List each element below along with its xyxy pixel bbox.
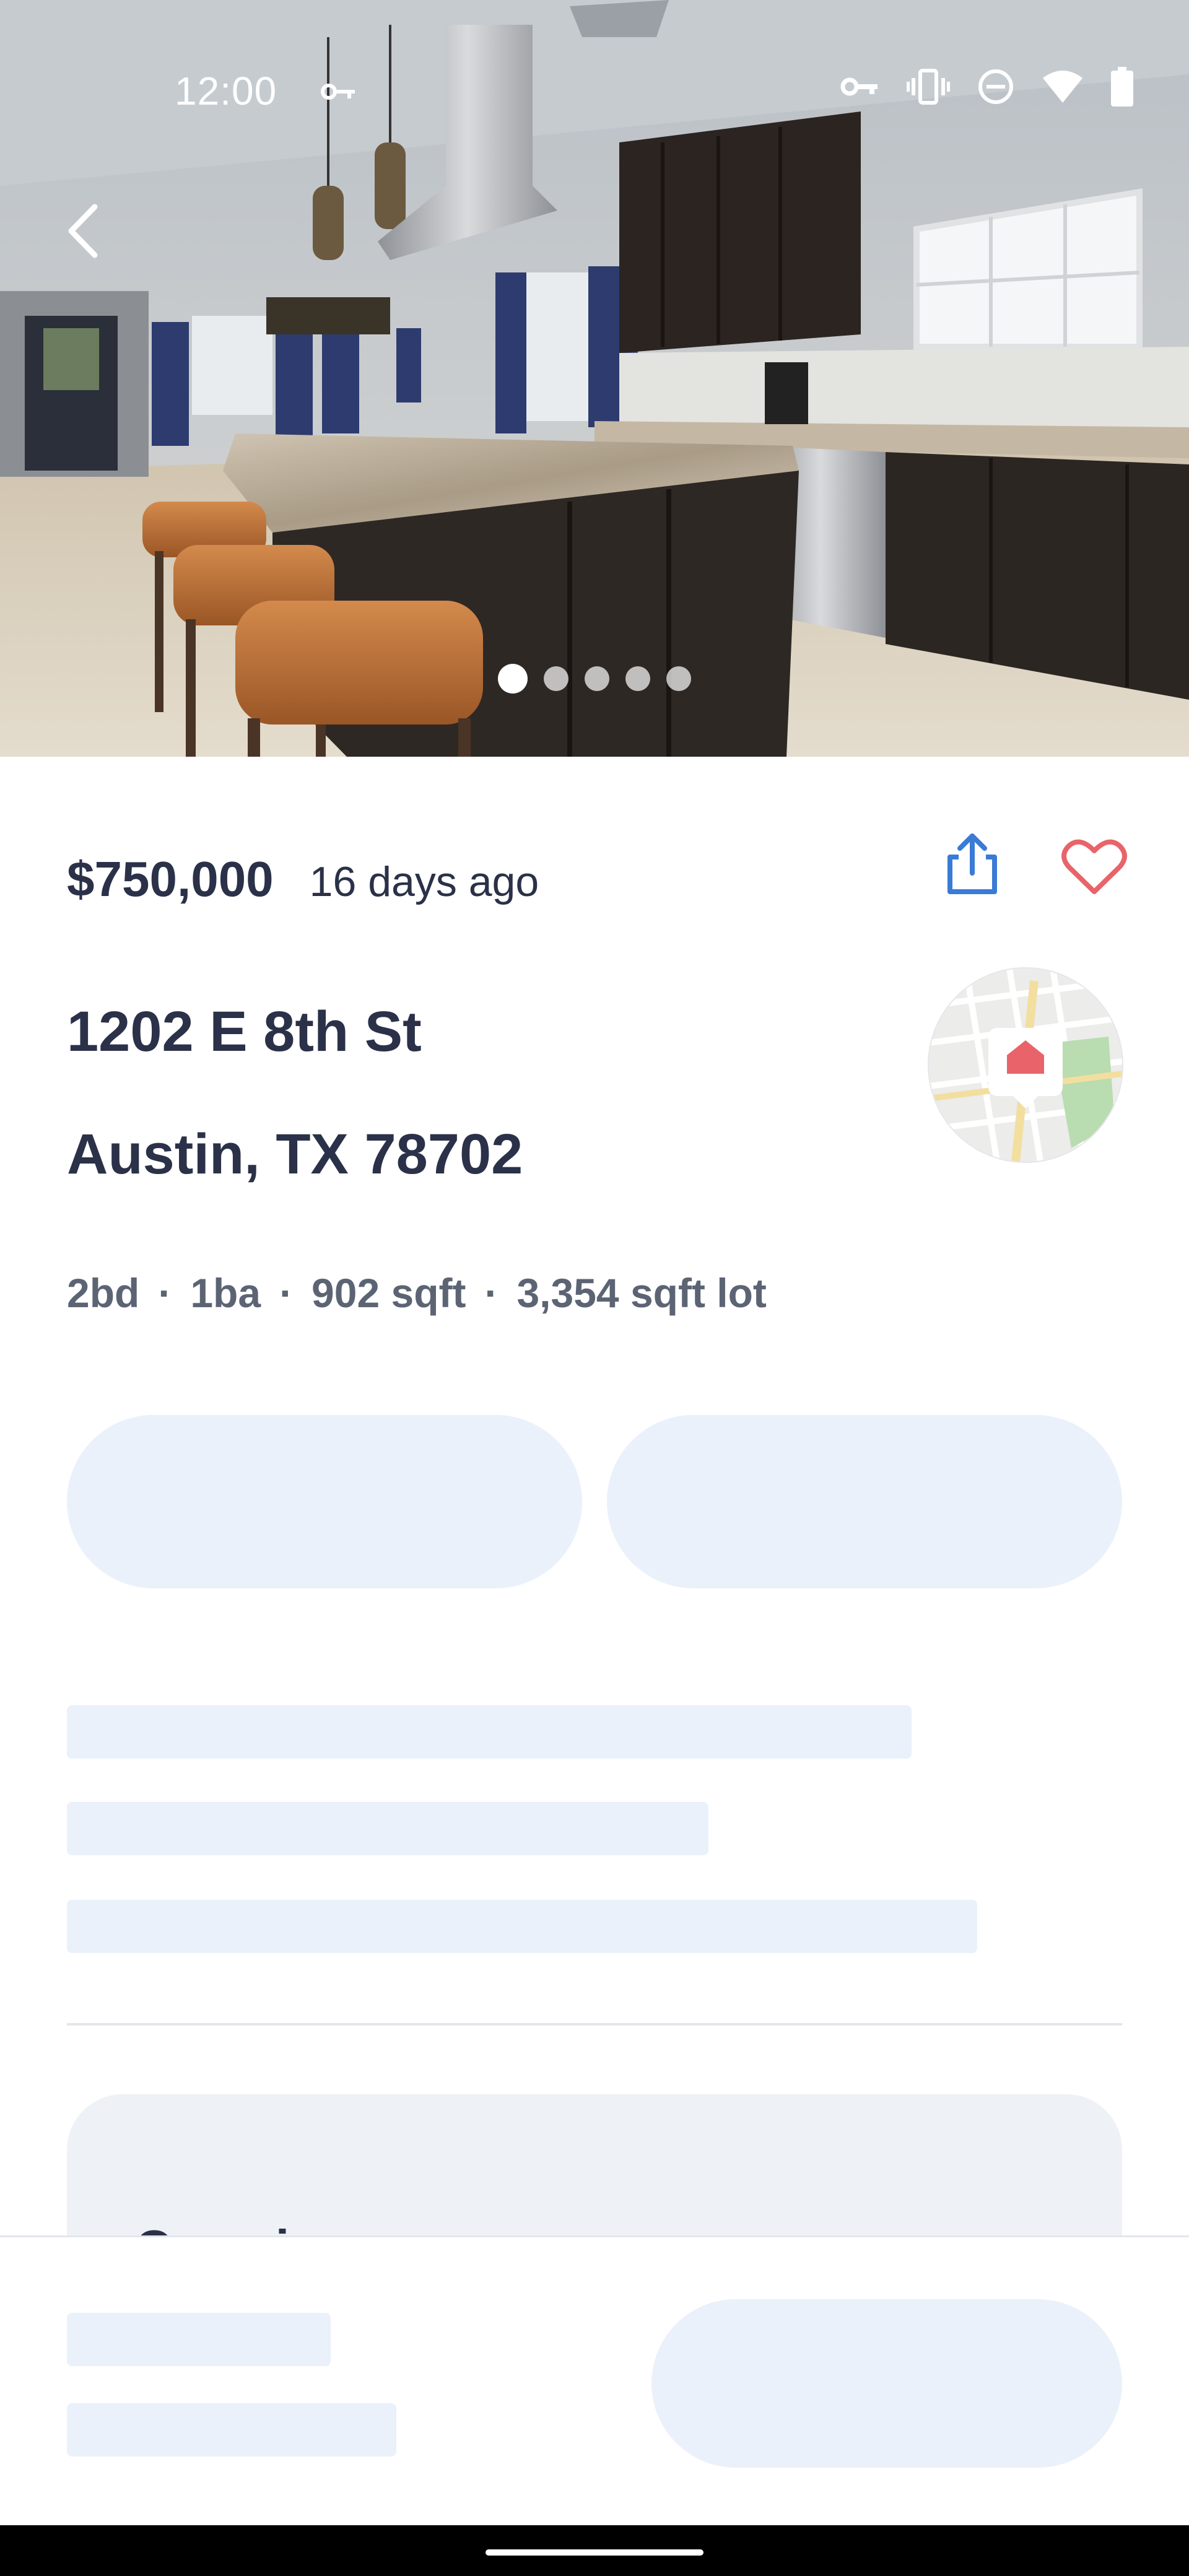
address-street: 1202 E 8th St bbox=[67, 1000, 422, 1063]
vpn-key-icon bbox=[321, 84, 355, 100]
listed-ago: 16 days ago bbox=[309, 858, 539, 905]
home-gesture-handle[interactable] bbox=[486, 2549, 703, 2556]
text-line-skeleton bbox=[67, 1802, 708, 1855]
bottom-text-skeleton bbox=[67, 2403, 396, 2456]
section-divider bbox=[67, 2023, 1122, 2026]
price-row: $750,000 16 days ago bbox=[67, 851, 539, 908]
listing-photo-gallery[interactable]: 12:00 bbox=[0, 0, 1189, 757]
listing-price: $750,000 bbox=[67, 851, 274, 907]
vpn-key-icon bbox=[840, 77, 878, 96]
favorite-button[interactable] bbox=[1060, 835, 1128, 897]
lot-size: 3,354 sqft lot bbox=[516, 1270, 767, 1316]
back-button[interactable] bbox=[56, 197, 111, 265]
fact-separator: · bbox=[484, 1270, 499, 1316]
fact-separator: · bbox=[279, 1270, 294, 1316]
sqft-value: 902 sqft bbox=[311, 1270, 466, 1316]
fact-separator: · bbox=[158, 1270, 172, 1316]
listing-detail-screen: 12:00 $750,000 16 days ago 1202 E 8th St… bbox=[0, 0, 1189, 2576]
status-time: 12:00 bbox=[175, 69, 277, 113]
pagination-dot-active[interactable] bbox=[498, 664, 528, 694]
heart-icon bbox=[1061, 839, 1127, 894]
share-icon bbox=[947, 833, 997, 894]
status-icons bbox=[840, 67, 1133, 107]
baths-count: 1ba bbox=[190, 1270, 261, 1316]
map-thumbnail[interactable] bbox=[929, 968, 1122, 1162]
bottom-action-bar bbox=[0, 2235, 1189, 2528]
property-facts: 2bd · 1ba · 902 sqft · 3,354 sqft lot bbox=[67, 1269, 767, 1316]
pagination-dot[interactable] bbox=[544, 666, 568, 691]
status-bar: 12:00 bbox=[0, 0, 1189, 113]
do-not-disturb-icon bbox=[978, 69, 1013, 104]
pagination-dot[interactable] bbox=[625, 666, 650, 691]
address-city: Austin, TX 78702 bbox=[67, 1123, 523, 1186]
action-button-skeleton-left bbox=[67, 1415, 582, 1588]
pagination-dot[interactable] bbox=[585, 666, 609, 691]
bottom-button-skeleton[interactable] bbox=[651, 2299, 1122, 2468]
battery-icon bbox=[1111, 67, 1133, 107]
map-icon bbox=[929, 968, 1122, 1162]
action-button-skeleton-right bbox=[607, 1415, 1122, 1588]
wifi-icon bbox=[1043, 71, 1082, 103]
chevron-left-icon bbox=[68, 204, 98, 258]
text-line-skeleton bbox=[67, 1900, 977, 1953]
text-line-skeleton bbox=[67, 1705, 912, 1759]
beds-count: 2bd bbox=[67, 1270, 140, 1316]
pagination-dot[interactable] bbox=[666, 666, 691, 691]
photo-pagination bbox=[0, 664, 1189, 694]
vibrate-icon bbox=[907, 69, 950, 105]
share-button[interactable] bbox=[941, 830, 1003, 898]
bottom-text-skeleton bbox=[67, 2313, 331, 2366]
